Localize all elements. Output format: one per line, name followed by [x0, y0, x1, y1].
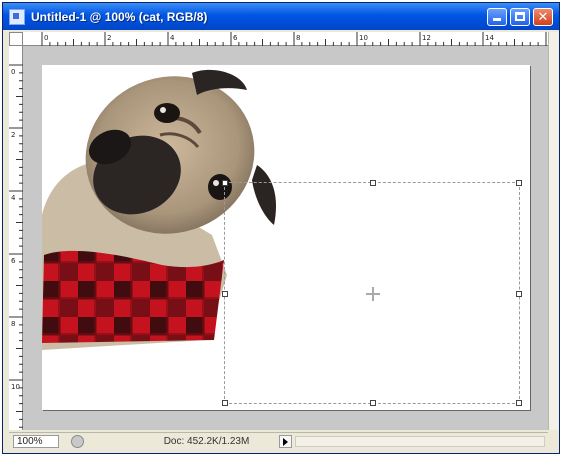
ruler-label: 2 [11, 131, 15, 139]
ruler-label: 4 [170, 34, 175, 42]
ruler-label: 10 [359, 34, 368, 42]
navigator-icon[interactable] [71, 435, 84, 448]
photoshop-doc-icon[interactable] [9, 8, 25, 25]
transform-handle-top-right[interactable] [516, 180, 522, 186]
ruler-label: 10 [11, 383, 20, 391]
maximize-button[interactable] [510, 8, 530, 26]
transform-handle-right[interactable] [516, 291, 522, 297]
transform-handle-bottom[interactable] [370, 400, 376, 406]
minimize-icon [493, 18, 501, 21]
ruler-label: 6 [233, 34, 238, 42]
window-title: Untitled-1 @ 100% (cat, RGB/8) [31, 9, 208, 24]
close-button[interactable]: ✕ [533, 8, 553, 26]
resize-grip[interactable] [548, 430, 559, 453]
ruler-label: 2 [107, 34, 111, 42]
transform-handle-bottom-right[interactable] [516, 400, 522, 406]
document-window: Untitled-1 @ 100% (cat, RGB/8) ✕ 0 2 4 6 8 10… [2, 2, 560, 454]
canvas-area[interactable] [23, 46, 548, 430]
window-controls: ✕ [487, 8, 553, 26]
vertical-ruler[interactable]: 0 2 4 6 8 10 [9, 46, 23, 430]
title-bar[interactable]: Untitled-1 @ 100% (cat, RGB/8) ✕ [3, 3, 559, 30]
ruler-label: 8 [11, 320, 15, 328]
horizontal-ruler[interactable]: 0 2 4 6 8 10 12 14 [23, 32, 548, 46]
status-bar: 100% Doc: 452.2K/1.23M [9, 432, 548, 451]
transform-handle-top-left[interactable] [222, 180, 228, 186]
document-size-info: Doc: 452.2K/1.23M [163, 436, 250, 447]
horizontal-ruler-ticks: 0 2 4 6 8 10 12 14 [41, 32, 547, 46]
ruler-label: 0 [11, 68, 15, 76]
transform-handle-bottom-left[interactable] [222, 400, 228, 406]
horizontal-scrollbar[interactable] [295, 436, 545, 447]
close-icon: ✕ [537, 9, 549, 25]
ruler-label: 8 [296, 34, 300, 42]
status-menu-arrow-icon[interactable] [279, 435, 292, 448]
ruler-label: 12 [422, 34, 431, 42]
vertical-ruler-ticks: 0 2 4 6 8 10 [9, 64, 23, 428]
ruler-label: 4 [11, 194, 16, 202]
ruler-label: 14 [485, 34, 494, 42]
vertical-scrollbar[interactable] [548, 32, 559, 430]
transform-handle-top[interactable] [370, 180, 376, 186]
transform-handle-left[interactable] [222, 291, 228, 297]
minimize-button[interactable] [487, 8, 507, 26]
ruler-label: 0 [44, 34, 48, 42]
zoom-field[interactable]: 100% [13, 435, 59, 448]
ruler-label: 6 [11, 257, 16, 265]
maximize-icon [515, 12, 525, 21]
transform-reference-point[interactable] [366, 287, 380, 301]
document-canvas[interactable] [42, 65, 530, 410]
free-transform-box[interactable] [222, 180, 522, 406]
ruler-origin[interactable] [9, 32, 23, 46]
